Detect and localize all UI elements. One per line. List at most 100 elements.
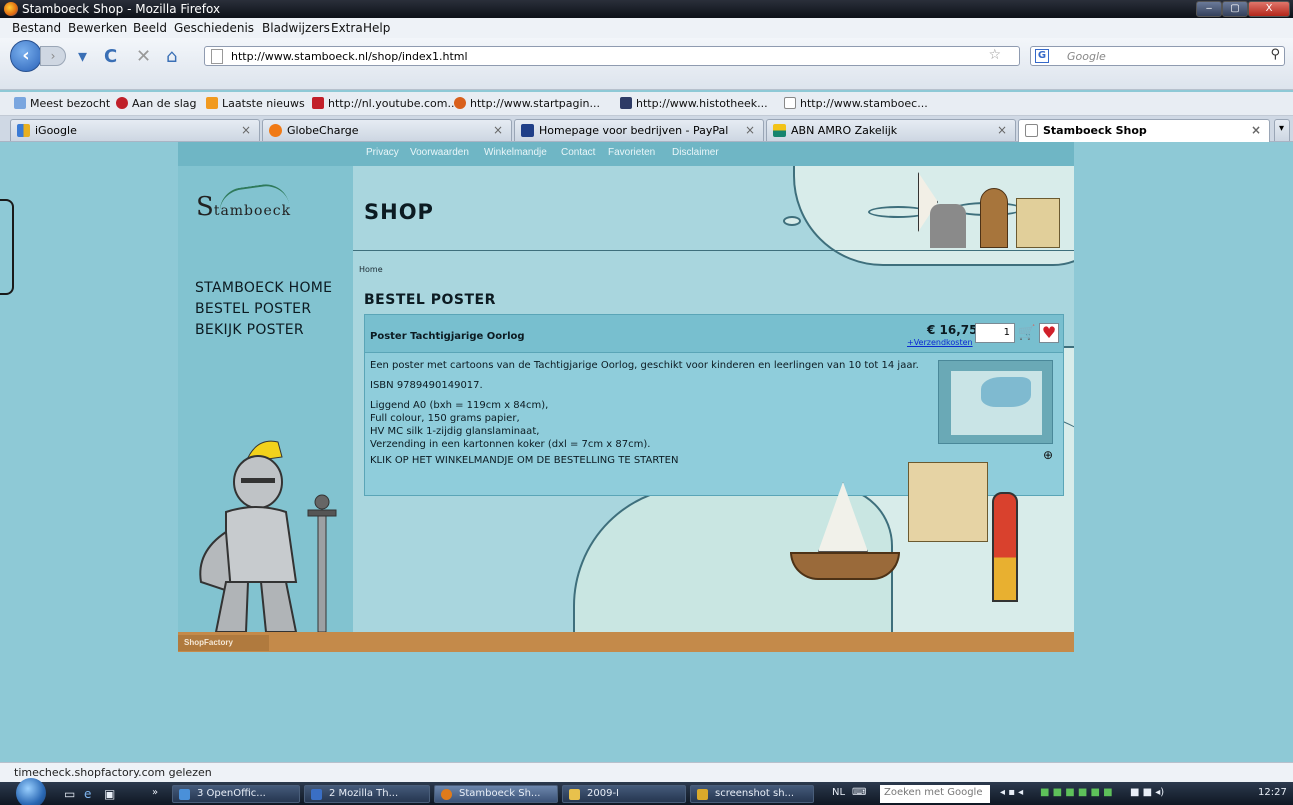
tray-status-icon[interactable]: ■ ■ ◂) <box>1130 787 1164 798</box>
switch-windows-icon[interactable]: ▣ <box>104 787 115 801</box>
menu-bestand[interactable]: Bestand <box>12 21 61 35</box>
menu-extra[interactable]: Extra <box>331 21 363 35</box>
stop-icon[interactable]: ✕ <box>136 46 151 67</box>
close-tab-icon[interactable]: × <box>493 123 503 137</box>
stamboeck-logo[interactable]: Stamboeck <box>196 181 291 222</box>
navigation-toolbar: ‹ › ▾ C ✕ ⌂ http://www.stamboeck.nl/shop… <box>0 38 1293 90</box>
wall-illustration <box>1016 198 1060 248</box>
zoom-icon[interactable]: ⊕ <box>1043 448 1053 462</box>
spec-line: Verzending in een kartonnen koker (dxl =… <box>370 439 651 450</box>
quantity-input[interactable]: 1 <box>975 323 1015 343</box>
taskbar-screenshot[interactable]: screenshot sh... <box>690 785 814 803</box>
reload-icon[interactable]: C <box>104 46 117 67</box>
back-button[interactable]: ‹ <box>10 40 42 72</box>
bookmark-meest-bezocht[interactable]: Meest bezocht <box>14 97 110 110</box>
taskbar-search[interactable]: Zoeken met Google <box>880 785 990 803</box>
shipping-link[interactable]: +Verzendkosten <box>907 338 973 347</box>
poster-map <box>951 371 1042 435</box>
close-tab-icon[interactable]: × <box>745 123 755 137</box>
minimize-button[interactable]: ‒ <box>1196 1 1222 17</box>
taskbar-openoffice[interactable]: 3 OpenOffic... <box>172 785 300 803</box>
taskbar-firefox[interactable]: Stamboeck Sh... <box>434 785 558 803</box>
menu-geschiedenis[interactable]: Geschiedenis <box>174 21 254 35</box>
boat-hull <box>790 552 900 580</box>
menu-bewerken[interactable]: Bewerken <box>68 21 127 35</box>
shop-page: Privacy Voorwaarden Winkelmandje Contact… <box>178 142 1074 652</box>
home-icon[interactable]: ⌂ <box>166 46 177 67</box>
top-navigation: Privacy Voorwaarden Winkelmandje Contact… <box>178 142 1074 166</box>
quicklaunch-more-icon[interactable]: » <box>152 787 158 798</box>
taskbar-2009[interactable]: 2009-I <box>562 785 686 803</box>
dropdown-arrow-icon[interactable]: ▾ <box>78 46 87 67</box>
close-tab-icon[interactable]: × <box>997 123 1007 137</box>
bookmark-startpagina[interactable]: http://www.startpagin... <box>454 97 600 110</box>
bookmark-laatste-nieuws[interactable]: Laatste nieuws <box>206 97 305 110</box>
close-tab-icon[interactable]: × <box>1251 123 1261 137</box>
keyboard-icon[interactable]: ⌨ <box>852 787 866 798</box>
bookmark-aan-de-slag[interactable]: Aan de slag <box>116 97 197 110</box>
taskbar-thunderbird[interactable]: 2 Mozilla Th... <box>304 785 430 803</box>
bookmark-star-icon[interactable]: ☆ <box>988 47 1001 63</box>
abn-amro-icon <box>773 124 786 137</box>
tray-apps-icon[interactable]: ■ ■ ■ ■ ■ ■ <box>1040 787 1113 798</box>
shopfactory-link[interactable]: ShopFactory <box>178 635 269 651</box>
nav-winkelmandje[interactable]: Winkelmandje <box>484 147 547 158</box>
bookmark-stamboeck[interactable]: http://www.stamboec... <box>784 97 928 110</box>
tray-arrows-icon[interactable]: ◂ ▪ ◂ <box>1000 787 1023 798</box>
clock: 12:27 <box>1258 787 1287 798</box>
bookmarks-toolbar: Meest bezocht Aan de slag Laatste nieuws… <box>0 92 1293 116</box>
search-box[interactable]: G Google ⚲ <box>1030 46 1285 66</box>
close-button[interactable]: X <box>1248 1 1290 17</box>
tab-paypal[interactable]: Homepage voor bedrijven - PayPal × <box>514 119 764 141</box>
favorite-heart-icon[interactable]: ♥ <box>1039 323 1059 343</box>
map-island <box>783 216 801 226</box>
menu-beeld[interactable]: Beeld <box>133 21 167 35</box>
close-tab-icon[interactable]: × <box>241 123 251 137</box>
google-icon[interactable]: G <box>1035 49 1049 63</box>
url-text[interactable]: http://www.stamboeck.nl/shop/index1.html <box>231 50 468 63</box>
sidebar-handle[interactable] <box>0 199 14 295</box>
ie-icon[interactable]: e <box>84 787 91 801</box>
tab-globecharge[interactable]: GlobeCharge × <box>262 119 512 141</box>
bookmark-youtube[interactable]: http://nl.youtube.com... <box>312 97 458 110</box>
start-button[interactable] <box>16 778 46 805</box>
sidenav-bekijk-poster[interactable]: BEKIJK POSTER <box>195 322 332 338</box>
nav-privacy[interactable]: Privacy <box>366 147 399 158</box>
side-navigation: STAMBOECK HOME BESTEL POSTER BEKIJK POST… <box>195 280 332 343</box>
firefox-logo-icon <box>4 2 18 16</box>
tab-stamboeck-shop[interactable]: Stamboeck Shop × <box>1018 119 1270 142</box>
nav-favorieten[interactable]: Favorieten <box>608 147 655 158</box>
search-icon[interactable]: ⚲ <box>1270 47 1280 62</box>
language-indicator[interactable]: NL <box>832 787 845 798</box>
soldiers-illustration <box>930 204 966 248</box>
tab-list-button[interactable]: ▾ <box>1274 119 1290 141</box>
tab-igoogle[interactable]: iGoogle × <box>10 119 260 141</box>
add-to-cart-icon[interactable]: 🛒 <box>1018 325 1035 341</box>
maximize-button[interactable]: ▢ <box>1222 1 1248 17</box>
youtube-icon <box>312 97 324 109</box>
histotheek-icon <box>620 97 632 109</box>
bookmark-histotheek[interactable]: http://www.histotheek... <box>620 97 768 110</box>
forward-button[interactable]: › <box>40 46 66 66</box>
door-illustration <box>980 188 1008 248</box>
product-name[interactable]: Poster Tachtigjarige Oorlog <box>370 331 525 342</box>
nav-voorwaarden[interactable]: Voorwaarden <box>410 147 469 158</box>
nav-contact[interactable]: Contact <box>561 147 595 158</box>
bookmark-icon <box>14 97 26 109</box>
spec-line: Liggend A0 (bxh = 119cm x 84cm), <box>370 400 549 411</box>
show-desktop-icon[interactable]: ▭ <box>64 787 75 801</box>
sidenav-bestel-poster[interactable]: BESTEL POSTER <box>195 301 332 317</box>
poster-thumbnail[interactable] <box>938 360 1053 444</box>
sidenav-stamboeck-home[interactable]: STAMBOECK HOME <box>195 280 332 296</box>
nav-disclaimer[interactable]: Disclaimer <box>672 147 719 158</box>
status-bar: timecheck.shopfactory.com gelezen <box>0 762 1293 782</box>
description-text: Een poster met cartoons van de Tachtigja… <box>370 360 919 371</box>
tab-abn-amro[interactable]: ABN AMRO Zakelijk × <box>766 119 1016 141</box>
menu-help[interactable]: Help <box>363 21 390 35</box>
menu-bladwijzers[interactable]: Bladwijzers <box>262 21 330 35</box>
search-placeholder[interactable]: Google <box>1067 50 1106 63</box>
breadcrumb[interactable]: Home <box>359 265 383 274</box>
knight-illustration <box>186 432 356 633</box>
product-price: € 16,75 <box>927 323 978 337</box>
address-bar[interactable]: http://www.stamboeck.nl/shop/index1.html… <box>204 46 1020 66</box>
